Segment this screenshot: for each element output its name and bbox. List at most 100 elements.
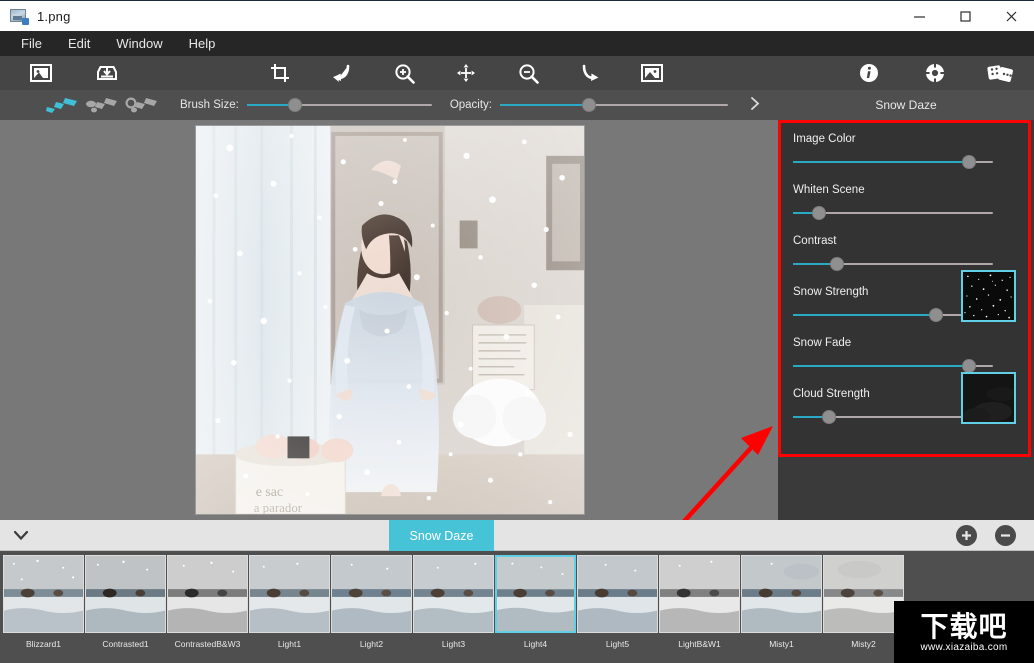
zoom-out-icon[interactable] xyxy=(511,56,545,90)
settings-icon[interactable] xyxy=(918,56,952,90)
preset-thumbnail-contrastedbw3[interactable]: ContrastedB&W3 xyxy=(167,551,248,649)
main-toolbar xyxy=(0,56,1034,90)
cloud-strength-slider[interactable] xyxy=(793,410,963,424)
close-button[interactable] xyxy=(988,1,1034,32)
title-bar: 1.png xyxy=(0,0,1034,31)
preset-thumbnail-misty2[interactable]: Misty2 xyxy=(823,551,904,649)
preset-label: Contrasted1 xyxy=(102,639,149,649)
site-watermark: 下载吧 www.xiazaiba.com xyxy=(894,601,1034,663)
window-title: 1.png xyxy=(37,8,71,24)
chevron-right-icon[interactable] xyxy=(750,96,761,115)
thumbnail-image xyxy=(85,555,166,633)
brush-size-slider[interactable] xyxy=(246,98,432,112)
menu-item-file[interactable]: File xyxy=(8,33,55,55)
setting-cloud-strength: Cloud Strength xyxy=(793,372,1018,424)
thumbnail-image xyxy=(577,555,658,633)
snow-fade-slider[interactable] xyxy=(793,359,993,373)
contrast-slider[interactable] xyxy=(793,257,993,271)
watermark-text: 下载吧 xyxy=(920,610,1008,642)
preset-label: Misty1 xyxy=(769,639,794,649)
settings-panel: Image Color Whiten Scene Contrast Snow S… xyxy=(778,120,1031,457)
thumbnail-image xyxy=(413,555,494,633)
remove-preset-button[interactable] xyxy=(995,524,1016,546)
edited-photo[interactable]: e sac a parador xyxy=(195,125,585,515)
menu-bar: File Edit Window Help xyxy=(0,31,1034,56)
setting-label: Snow Fade xyxy=(793,337,852,349)
brush-size-label: Brush Size: xyxy=(180,99,239,111)
setting-snow-fade: Snow Fade xyxy=(793,337,1016,373)
thumbnail-image xyxy=(823,555,904,633)
preset-thumbnail-contrasted1[interactable]: Contrasted1 xyxy=(85,551,166,649)
zoom-in-icon[interactable] xyxy=(387,56,421,90)
snow-strength-slider[interactable] xyxy=(793,308,963,322)
preset-label: Misty2 xyxy=(851,639,876,649)
canvas-area[interactable]: e sac a parador xyxy=(0,120,778,553)
cloud-preview-image xyxy=(963,374,1018,424)
open-image-icon[interactable] xyxy=(24,56,58,90)
save-image-icon[interactable] xyxy=(90,56,124,90)
preset-label: Blizzard1 xyxy=(26,639,61,649)
menu-item-help[interactable]: Help xyxy=(176,33,229,55)
preset-label: Light5 xyxy=(605,639,630,649)
dice-random-icon[interactable] xyxy=(984,56,1018,90)
brush-smudge-icon[interactable] xyxy=(122,92,162,118)
preset-thumbnail-light3[interactable]: Light3 xyxy=(413,551,494,649)
preset-thumbnail-light5[interactable]: Light5 xyxy=(577,551,658,649)
info-icon[interactable] xyxy=(852,56,886,90)
preset-label: LightB&W1 xyxy=(678,639,721,649)
preset-thumbnail-misty1[interactable]: Misty1 xyxy=(741,551,822,649)
preset-label: Light2 xyxy=(359,639,384,649)
preset-filmstrip[interactable]: Blizzard1 Contrasted1 ContrastedB&W3 Lig… xyxy=(0,551,1034,663)
opacity-slider[interactable] xyxy=(500,98,728,112)
cloud-preview[interactable] xyxy=(961,372,1018,424)
preset-thumbnail-light4[interactable]: Light4 xyxy=(495,551,576,649)
chevron-down-icon[interactable] xyxy=(0,530,42,541)
setting-image-color: Image Color xyxy=(793,133,1016,169)
photo-content: e sac a parador xyxy=(196,126,584,514)
thumbnail-image xyxy=(167,555,248,633)
thumbnail-image xyxy=(495,555,576,633)
preset-thumbnail-light2[interactable]: Light2 xyxy=(331,551,412,649)
fit-image-icon[interactable] xyxy=(635,56,669,90)
setting-label: Whiten Scene xyxy=(793,184,865,196)
watermark-url: www.xiazaiba.com xyxy=(920,641,1008,653)
thumbnail-image xyxy=(659,555,740,633)
maximize-button[interactable] xyxy=(942,1,988,32)
snow-preview[interactable] xyxy=(961,270,1016,322)
application-window: 1.png File Edit Window Help Brush Size: … xyxy=(0,0,1034,663)
preset-thumbnail-lightbw1[interactable]: LightB&W1 xyxy=(659,551,740,649)
thumbnail-image xyxy=(249,555,330,633)
preset-label: ContrastedB&W3 xyxy=(174,639,241,649)
crop-icon[interactable] xyxy=(263,56,297,90)
snow-preview-image xyxy=(963,272,1014,320)
menu-item-edit[interactable]: Edit xyxy=(55,33,103,55)
tab-snow-daze[interactable]: Snow Daze xyxy=(389,520,494,551)
undo-curve-icon[interactable] xyxy=(325,56,359,90)
window-controls xyxy=(896,1,1034,32)
image-file-icon xyxy=(10,8,29,25)
preset-bar: Snow Daze xyxy=(0,520,1034,551)
pan-move-icon[interactable] xyxy=(449,56,483,90)
setting-label: Contrast xyxy=(793,235,837,247)
image-color-slider[interactable] xyxy=(793,155,993,169)
setting-snow-strength: Snow Strength xyxy=(793,270,1016,322)
minimize-button[interactable] xyxy=(896,1,942,32)
preset-label: Light3 xyxy=(441,639,466,649)
current-preset-name: Snow Daze xyxy=(875,98,937,112)
brush-erase-icon[interactable] xyxy=(82,92,122,118)
preset-thumbnail-light1[interactable]: Light1 xyxy=(249,551,330,649)
preset-thumbnail-blizzard1[interactable]: Blizzard1 xyxy=(3,551,84,649)
add-preset-button[interactable] xyxy=(956,524,977,546)
redo-curve-icon[interactable] xyxy=(573,56,607,90)
thumbnail-image xyxy=(331,555,412,633)
preset-label: Light1 xyxy=(277,639,302,649)
preset-label: Light4 xyxy=(523,639,548,649)
whiten-scene-slider[interactable] xyxy=(793,206,993,220)
setting-whiten-scene: Whiten Scene xyxy=(793,184,1016,220)
menu-item-window[interactable]: Window xyxy=(103,33,175,55)
setting-contrast: Contrast xyxy=(793,235,1016,271)
setting-label: Image Color xyxy=(793,133,856,145)
brush-paint-icon[interactable] xyxy=(42,92,82,118)
thumbnail-image xyxy=(741,555,822,633)
opacity-label: Opacity: xyxy=(449,99,492,111)
